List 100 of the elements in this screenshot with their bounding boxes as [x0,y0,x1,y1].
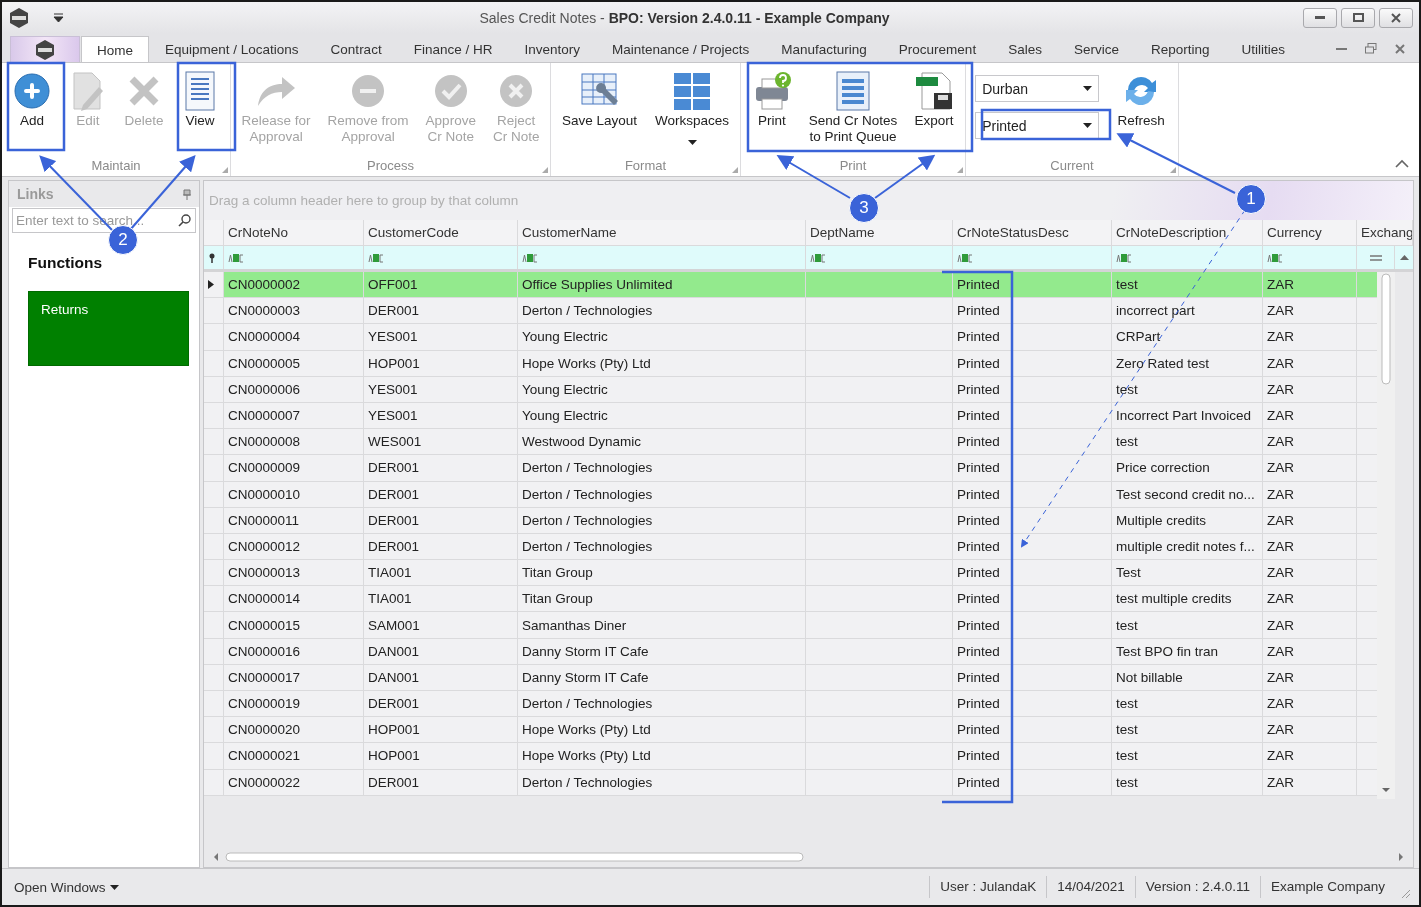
ribbon-button[interactable]: Workspaces [651,67,733,151]
table-cell: ZAR [1263,717,1357,743]
ribbon-tab[interactable]: Finance / HR [397,35,509,62]
dialog-launcher-icon[interactable] [1170,167,1176,173]
table-cell: ZAR [1263,638,1357,664]
table-row[interactable]: CN0000020 HOP001 Hope Works (Pty) Ltd Printed test ZAR [204,717,1377,744]
resize-grip-icon[interactable] [1401,889,1411,899]
column-header[interactable]: CrNoteNo [224,220,364,245]
table-cell: Derton / Technologies [518,691,806,717]
table-row[interactable]: CN0000015 SAM001 Samanthas Diner Printed test ZAR [204,612,1377,639]
ribbon-button[interactable]: Print [746,67,797,131]
ribbon-button[interactable]: Save Layout [557,67,642,131]
collapse-chevron-icon[interactable] [1395,159,1409,168]
scroll-up-icon[interactable] [1400,255,1409,260]
table-cell: DER001 [364,533,518,560]
ribbon-tab[interactable]: Equipment / Locations [149,35,315,62]
table-cell: test [1112,272,1263,298]
table-cell: CN0000006 [224,376,364,402]
minimize-icon[interactable] [1336,47,1347,50]
table-row[interactable]: CN0000021 HOP001 Hope Works (Pty) Ltd Printed test ZAR [204,743,1377,770]
maximize-button[interactable] [1341,7,1375,28]
column-header[interactable]: CustomerCode [364,220,518,245]
table-cell: Price correction [1112,455,1263,481]
table-row[interactable]: CN0000009 DER001 Derton / Technologies Printed Price correction ZAR [204,455,1377,482]
table-cell: ZAR [1263,481,1357,507]
spreadsheet-save-icon [914,71,955,111]
table-cell: Young Electric [518,324,806,350]
table-cell: YES001 [364,376,518,402]
table-cell: CN0000014 [224,586,364,612]
dropdown-field[interactable]: Durban [975,75,1100,102]
ribbon-button[interactable]: Refresh [1113,67,1169,131]
table-cell: HOP001 [364,743,518,769]
document-icon [835,71,871,111]
close-icon [1391,12,1401,23]
table-cell: ZAR [1263,272,1357,298]
dialog-launcher-icon[interactable] [957,167,963,173]
minimize-button[interactable] [1303,7,1337,28]
close-button[interactable] [1379,7,1413,28]
table-row[interactable]: CN0000002 OFF001 Office Supplies Unlimited Printed test ZAR [204,272,1377,299]
ribbon-tab[interactable]: Utilities [1225,35,1301,62]
ribbon-tab[interactable]: Home [81,36,149,63]
ribbon-tab[interactable]: Maintenance / Projects [595,35,766,62]
table-cell: test [1112,612,1263,638]
table-row[interactable]: CN0000005 HOP001 Hope Works (Pty) Ltd Printed Zero Rated test ZAR [204,350,1377,377]
table-cell: CN0000003 [224,298,364,324]
text-filter-icon [368,252,386,263]
table-cell: Zero Rated test [1112,350,1263,376]
table-cell: ZAR [1263,560,1357,586]
table-row[interactable]: CN0000007 YES001 Young Electric Printed Incorrect Part Invoiced ZAR [204,402,1377,430]
table-row[interactable]: CN0000010 DER001 Derton / Technologies Printed Test second credit no... ZAR [204,481,1377,508]
table-cell: CN0000020 [224,717,364,743]
dialog-launcher-icon[interactable] [542,167,548,173]
restore-icon[interactable] [1365,43,1377,54]
ribbon-tab[interactable]: Manufacturing [765,35,883,62]
table-cell: ZAR [1263,402,1357,429]
column-header[interactable]: CrNoteDescription [1112,220,1263,245]
ribbon-tab[interactable]: Service [1057,35,1135,62]
column-header[interactable]: CustomerName [518,220,806,245]
search-icon [178,214,191,227]
table-cell: ZAR [1263,324,1357,350]
table-row[interactable]: CN0000017 DAN001 Danny Storm IT Cafe Printed Not billable ZAR [204,664,1377,691]
table-row[interactable]: CN0000011 DER001 Derton / Technologies Printed Multiple credits ZAR [204,507,1377,534]
table-cell: DER001 [364,769,518,795]
dialog-launcher-icon[interactable] [222,167,228,173]
document-icon [184,71,216,111]
dialog-launcher-icon[interactable] [732,167,738,173]
table-cell: ZAR [1263,586,1357,612]
open-windows-menu[interactable]: Open Windows [8,878,125,896]
caret-icon [1083,86,1093,91]
pin-icon[interactable] [183,188,191,200]
table-row[interactable]: CN0000006 YES001 Young Electric Printed test ZAR [204,376,1377,403]
column-header[interactable]: Currency [1263,220,1357,245]
ribbon-tab[interactable]: Contract [314,35,398,62]
table-row[interactable]: CN0000014 TIA001 Titan Group Printed test multiple credits ZAR [204,586,1377,613]
ribbon-tab[interactable]: Procurement [882,35,993,62]
table-cell: test [1112,376,1263,402]
table-row[interactable]: CN0000008 WES001 Westwood Dynamic Printed test ZAR [204,429,1377,456]
table-cell: Derton / Technologies [518,481,806,507]
ribbon-button[interactable]: Export [909,67,960,131]
column-header[interactable]: CrNoteStatusDesc [953,220,1112,245]
application-menu-button[interactable] [10,36,80,62]
table-cell: YES001 [364,324,518,350]
table-cell: CN0000016 [224,638,364,664]
ribbon-tab[interactable]: Sales [992,35,1058,62]
dropdown-field[interactable]: Printed [975,112,1100,139]
table-row[interactable]: CN0000013 TIA001 Titan Group Printed Test ZAR [204,560,1377,587]
table-row[interactable]: CN0000016 DAN001 Danny Storm IT Cafe Printed Test BPO fin tran ZAR [204,638,1377,665]
ribbon-button[interactable]: Send Cr Notes to Print Queue [804,67,902,147]
function-tile[interactable]: Returns [28,291,189,366]
logo-icon [34,38,56,61]
column-header[interactable]: Exchang [1357,220,1413,245]
table-row[interactable]: CN0000012 DER001 Derton / Technologies Printed multiple credit notes f... ZAR [204,533,1377,561]
table-cell: ZAR [1263,455,1357,481]
table-row[interactable]: CN0000019 DER001 Derton / Technologies Printed test ZAR [204,691,1377,718]
table-row[interactable]: CN0000022 DER001 Derton / Technologies Printed test ZAR [204,769,1377,796]
ribbon-tab[interactable]: Inventory [508,35,596,62]
table-row[interactable]: CN0000003 DER001 Derton / Technologies Printed incorrect part ZAR [204,298,1377,325]
close-icon[interactable] [1395,43,1405,54]
table-row[interactable]: CN0000004 YES001 Young Electric Printed CRPart ZAR [204,324,1377,351]
ribbon-tab[interactable]: Reporting [1134,35,1226,62]
